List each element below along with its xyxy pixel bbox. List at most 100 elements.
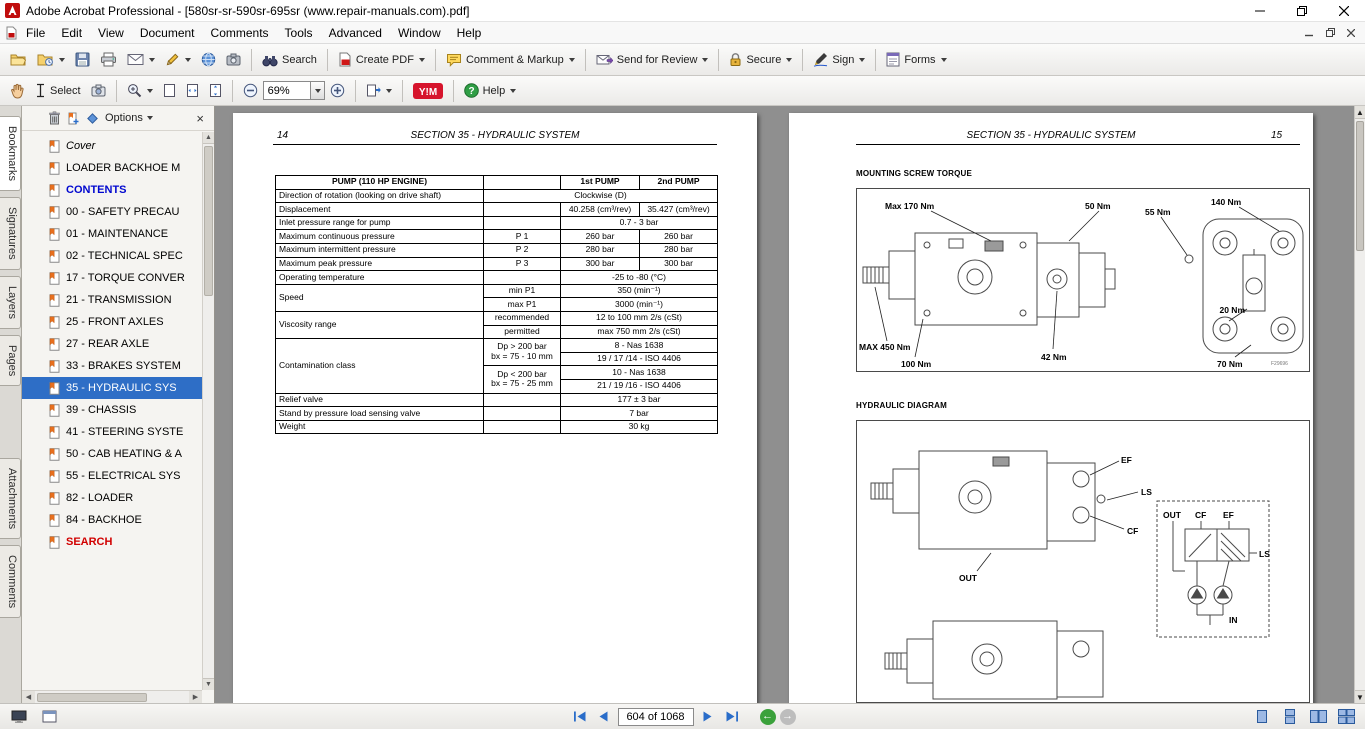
single-page-button[interactable] <box>1251 707 1273 727</box>
scroll-up-button[interactable]: ▲ <box>203 132 214 144</box>
bookmark-item-25-front-axles[interactable]: 25 - FRONT AXLES <box>22 311 202 333</box>
send-review-button[interactable]: Send for Review <box>591 49 714 70</box>
fit-width-button[interactable] <box>181 79 204 102</box>
bookmark-item-contents[interactable]: CONTENTS <box>22 179 202 201</box>
first-page-button[interactable] <box>570 708 590 726</box>
two-up-continuous-button[interactable] <box>1335 707 1357 727</box>
maximize-button[interactable] <box>1281 0 1323 21</box>
menu-window[interactable]: Window <box>390 23 449 43</box>
next-view-button[interactable]: → <box>780 709 796 725</box>
full-screen-button[interactable] <box>8 707 30 727</box>
bookmark-item-82-loader[interactable]: 82 - LOADER <box>22 487 202 509</box>
sign-button[interactable]: Sign <box>808 48 870 71</box>
page-display-button[interactable] <box>361 79 397 102</box>
bookmark-item-41-steering-syste[interactable]: 41 - STEERING SYSTE <box>22 421 202 443</box>
actual-size-button[interactable] <box>158 79 181 102</box>
menu-document[interactable]: Document <box>132 23 203 43</box>
bookmark-item-21-transmission[interactable]: 21 - TRANSMISSION <box>22 289 202 311</box>
menu-help[interactable]: Help <box>449 23 490 43</box>
continuous-page-button[interactable] <box>1279 707 1301 727</box>
nav-tab-bookmarks[interactable]: Bookmarks <box>0 116 21 191</box>
bookmark-item-39-chassis[interactable]: 39 - CHASSIS <box>22 399 202 421</box>
scrollbar-thumb[interactable] <box>37 693 147 702</box>
zoom-out-button[interactable] <box>238 79 263 102</box>
scroll-up-button[interactable]: ▲ <box>1355 106 1365 119</box>
save-button[interactable] <box>70 48 95 71</box>
nav-tab-signatures[interactable]: Signatures <box>0 197 21 270</box>
delete-bookmark-button[interactable] <box>48 111 61 125</box>
email-button[interactable] <box>122 49 160 70</box>
create-pdf-button[interactable]: Create PDF <box>333 48 430 71</box>
document-restore-button[interactable] <box>1321 25 1339 41</box>
search-button[interactable]: Search <box>257 49 322 71</box>
scroll-down-button[interactable]: ▼ <box>1355 690 1365 703</box>
web-capture-button[interactable] <box>196 48 221 71</box>
minimize-button[interactable] <box>1239 0 1281 21</box>
bookmarks-options-button[interactable]: Options <box>105 112 153 124</box>
current-bookmark-button[interactable] <box>86 112 99 125</box>
menu-edit[interactable]: Edit <box>53 23 90 43</box>
select-tool-button[interactable]: Select <box>30 79 86 102</box>
page-indicator-input[interactable] <box>618 708 694 726</box>
bookmark-item-50-cab-heating-a[interactable]: 50 - CAB HEATING & A <box>22 443 202 465</box>
document-vertical-scrollbar[interactable]: ▲ ▼ <box>1354 106 1365 703</box>
nav-tab-attachments[interactable]: Attachments <box>0 458 21 539</box>
new-bookmark-button[interactable] <box>67 112 80 125</box>
scroll-down-button[interactable]: ▼ <box>203 678 214 690</box>
nav-tab-comments[interactable]: Comments <box>0 545 21 618</box>
window-mode-button[interactable] <box>38 707 60 727</box>
document-close-button[interactable] <box>1342 25 1360 41</box>
bookmark-item-35-hydraulic-sys[interactable]: 35 - HYDRAULIC SYS <box>22 377 202 399</box>
menu-file[interactable]: File <box>18 23 53 43</box>
bookmark-item-55-electrical-sys[interactable]: 55 - ELECTRICAL SYS <box>22 465 202 487</box>
zoom-tool-button[interactable] <box>122 79 158 102</box>
forms-button[interactable]: Forms <box>881 48 951 71</box>
bookmarks-horizontal-scrollbar[interactable]: ◀ ▶ <box>22 690 202 703</box>
scroll-right-button[interactable]: ▶ <box>189 691 202 703</box>
bookmark-item-02-technical-spec[interactable]: 02 - TECHNICAL SPEC <box>22 245 202 267</box>
last-page-button[interactable] <box>722 708 742 726</box>
scrollbar-thumb[interactable] <box>1356 121 1364 251</box>
fit-page-button[interactable] <box>204 79 227 102</box>
document-minimize-button[interactable] <box>1300 25 1318 41</box>
review-pen-button[interactable] <box>160 48 196 71</box>
bookmarks-vertical-scrollbar[interactable]: ▲ ▼ <box>202 132 214 690</box>
nav-tab-layers[interactable]: Layers <box>0 276 21 329</box>
bookmark-item-17-torque-conver[interactable]: 17 - TORQUE CONVER <box>22 267 202 289</box>
menu-tools[interactable]: Tools <box>277 23 321 43</box>
previous-page-button[interactable] <box>594 708 614 726</box>
zoom-dropdown-button[interactable] <box>311 81 325 100</box>
scroll-left-button[interactable]: ◀ <box>22 691 35 703</box>
previous-view-button[interactable]: ← <box>760 709 776 725</box>
snapshot-tool-button[interactable] <box>86 80 111 101</box>
scrollbar-thumb[interactable] <box>204 146 213 296</box>
organizer-button[interactable] <box>32 48 70 71</box>
menu-comments[interactable]: Comments <box>203 23 277 43</box>
snapshot-button[interactable] <box>221 49 246 70</box>
yahoo-messenger-button[interactable]: Y!M <box>408 79 448 103</box>
print-button[interactable] <box>95 48 122 71</box>
open-button[interactable] <box>5 48 32 71</box>
help-button[interactable]: ? Help <box>459 79 522 102</box>
close-panel-button[interactable]: × <box>192 111 208 126</box>
bookmark-item-00-safety-precau[interactable]: 00 - SAFETY PRECAU <box>22 201 202 223</box>
bookmark-item-01-maintenance[interactable]: 01 - MAINTENANCE <box>22 223 202 245</box>
menu-view[interactable]: View <box>90 23 132 43</box>
two-up-button[interactable] <box>1307 707 1329 727</box>
bookmark-item-27-rear-axle[interactable]: 27 - REAR AXLE <box>22 333 202 355</box>
bookmark-item-cover[interactable]: Cover <box>22 135 202 157</box>
menu-advanced[interactable]: Advanced <box>321 23 390 43</box>
secure-button[interactable]: Secure <box>724 48 797 71</box>
bookmark-item-84-backhoe[interactable]: 84 - BACKHOE <box>22 509 202 531</box>
hand-tool-button[interactable] <box>5 79 30 103</box>
pdf-document-icon[interactable] <box>4 26 18 40</box>
zoom-level-input[interactable] <box>263 81 311 100</box>
bookmark-item-search[interactable]: SEARCH <box>22 531 202 553</box>
comment-markup-button[interactable]: Comment & Markup <box>441 49 580 71</box>
close-button[interactable] <box>1323 0 1365 21</box>
bookmark-item-loader-backhoe-m[interactable]: LOADER BACKHOE M <box>22 157 202 179</box>
zoom-in-button[interactable] <box>325 79 350 102</box>
bookmark-item-33-brakes-system[interactable]: 33 - BRAKES SYSTEM <box>22 355 202 377</box>
nav-tab-pages[interactable]: Pages <box>0 335 21 386</box>
next-page-button[interactable] <box>698 708 718 726</box>
